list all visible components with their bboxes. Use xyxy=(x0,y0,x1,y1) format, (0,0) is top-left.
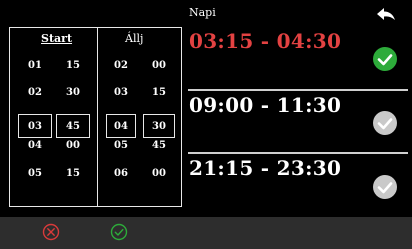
start-minute-selected[interactable]: 45 xyxy=(62,121,84,132)
start-hour-option[interactable]: 05 xyxy=(24,168,46,179)
schedule-time-active[interactable]: 03:15 - 04:30 xyxy=(189,29,341,53)
stop-hour-option[interactable]: 03 xyxy=(110,87,132,98)
stop-minute-option[interactable]: 00 xyxy=(148,60,170,71)
stop-hour-option[interactable]: 02 xyxy=(110,60,132,71)
start-hour-selected[interactable]: 03 xyxy=(24,121,46,132)
stop-column-header: Állj xyxy=(125,32,144,45)
checkmark-icon[interactable] xyxy=(373,47,397,71)
stop-minute-option[interactable]: 00 xyxy=(148,168,170,179)
checkmark-icon[interactable] xyxy=(373,111,397,135)
confirm-circle-icon[interactable] xyxy=(110,223,128,241)
schedule-time[interactable]: 09:00 - 11:30 xyxy=(189,93,341,117)
start-minute-option[interactable]: 15 xyxy=(62,168,84,179)
start-hour-option[interactable]: 02 xyxy=(24,87,46,98)
stop-hour-option[interactable]: 05 xyxy=(110,140,132,151)
mode-label: Napi xyxy=(189,6,216,19)
start-column-header: Start xyxy=(41,32,73,45)
stop-minute-option[interactable]: 45 xyxy=(148,140,170,151)
start-minute-option[interactable]: 30 xyxy=(62,87,84,98)
start-hour-option[interactable]: 04 xyxy=(24,140,46,151)
picker-divider xyxy=(97,28,98,206)
schedule-time[interactable]: 21:15 - 23:30 xyxy=(189,156,341,180)
timer-schedule-screen: Start Állj 01 15 02 30 03 45 04 00 05 15… xyxy=(0,0,412,249)
cancel-circle-icon[interactable] xyxy=(42,223,60,241)
stop-minute-selected[interactable]: 30 xyxy=(148,121,170,132)
start-hour-option[interactable]: 01 xyxy=(24,60,46,71)
back-arrow-icon[interactable] xyxy=(375,6,397,22)
start-minute-option[interactable]: 00 xyxy=(62,140,84,151)
start-minute-option[interactable]: 15 xyxy=(62,60,84,71)
bottom-bar xyxy=(0,217,412,249)
stop-hour-option[interactable]: 06 xyxy=(110,168,132,179)
schedule-separator xyxy=(188,152,408,154)
stop-minute-option[interactable]: 15 xyxy=(148,87,170,98)
checkmark-icon[interactable] xyxy=(373,175,397,199)
time-picker: Start Állj 01 15 02 30 03 45 04 00 05 15… xyxy=(9,27,182,207)
stop-hour-selected[interactable]: 04 xyxy=(110,121,132,132)
schedule-separator xyxy=(188,89,408,91)
